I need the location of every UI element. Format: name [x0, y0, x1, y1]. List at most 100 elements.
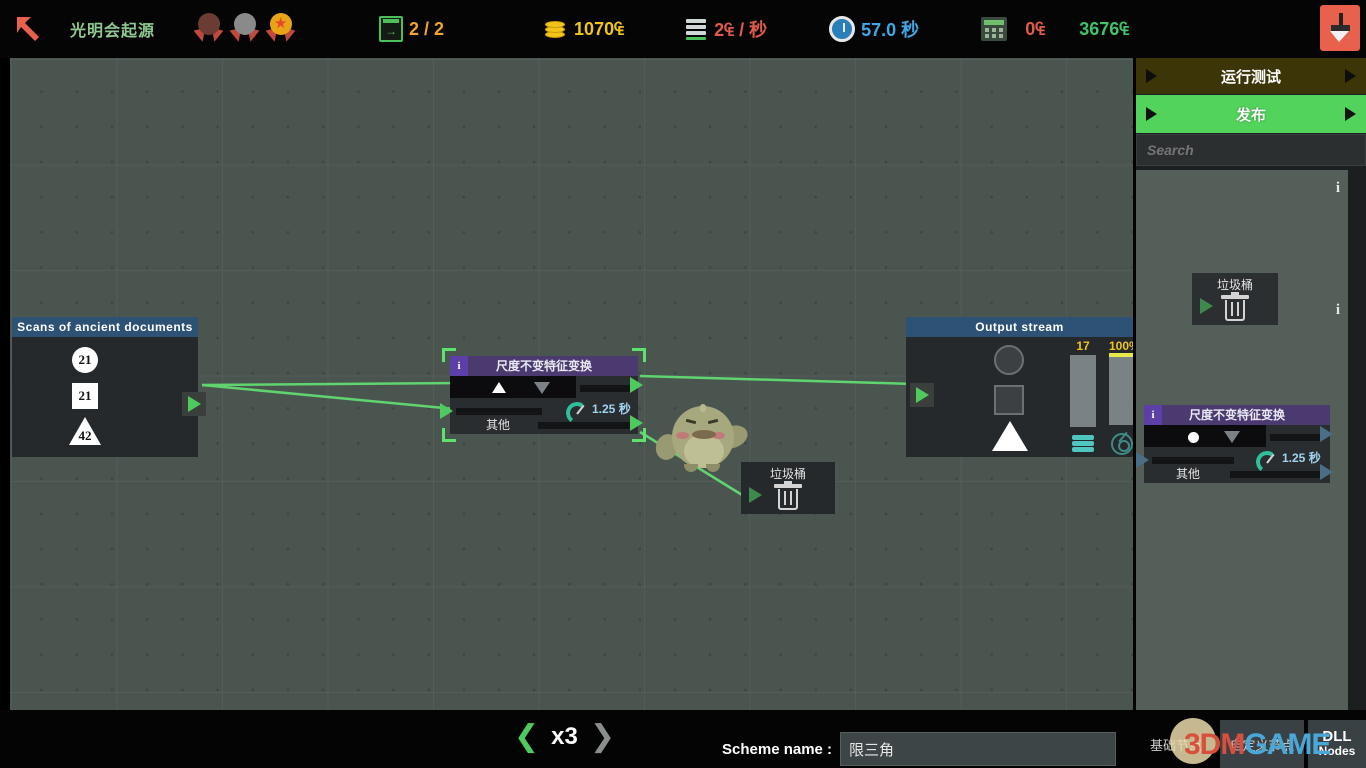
palette-item-label: 垃圾桶	[1216, 278, 1253, 292]
stat-total-value: 3676₠	[1079, 18, 1130, 39]
stack-icon	[686, 17, 708, 41]
tab-label: 自定义节点	[1229, 737, 1295, 753]
sift-output-port-2[interactable]	[626, 412, 646, 434]
medal-row: ★	[193, 12, 297, 46]
info-icon[interactable]: i	[1144, 405, 1162, 425]
silver-medal	[229, 12, 261, 46]
meter-count: 17	[1070, 339, 1096, 452]
run-test-label: 运行测试	[1220, 68, 1281, 86]
triangle-down-icon[interactable]	[1224, 431, 1240, 443]
node-output-stream[interactable]: Output stream 17 100%	[906, 317, 1133, 457]
output-slot-bar-1	[1270, 434, 1320, 441]
info-icon[interactable]: i	[1334, 180, 1342, 197]
stat-time: 57.0 秒	[829, 0, 919, 58]
selector-row[interactable]	[450, 376, 576, 398]
node-header: i 尺度不变特征变换	[1144, 405, 1330, 425]
meter-label: 100%	[1109, 339, 1133, 353]
clean-button[interactable]	[1320, 5, 1360, 51]
tab-custom-nodes[interactable]: 自定义节点	[1220, 720, 1304, 768]
other-label: 其他	[1176, 467, 1201, 481]
input-slot-bar	[456, 408, 542, 415]
publish-button[interactable]: 发布	[1136, 95, 1366, 133]
tab-label: 基础节点	[1149, 737, 1202, 753]
level-title: 光明会起源	[70, 23, 156, 40]
shape-value: 21	[72, 347, 98, 373]
play-left-icon	[1146, 107, 1157, 121]
trash-icon	[1221, 292, 1249, 321]
speed-gauge: 1.25 秒	[1254, 448, 1321, 475]
source-shape-circle: 21	[72, 347, 98, 373]
output-shape-square	[994, 385, 1024, 415]
clock-icon	[829, 16, 856, 42]
bronze-medal	[193, 12, 225, 46]
gauge-value: 1.25 秒	[1282, 451, 1321, 465]
speed-decrease-button[interactable]: ❮	[514, 722, 539, 752]
palette-sift-output-2[interactable]	[1316, 461, 1336, 483]
node-body: 1.25 秒 其他	[1136, 425, 1333, 483]
broom-icon	[1327, 13, 1353, 43]
palette-sift-output-1[interactable]	[1316, 423, 1336, 445]
node-palette[interactable]: i 垃圾桶 i i 尺度不变特征变换 1.25 秒 其他	[1136, 170, 1348, 710]
speed-control: ❮ x3 ❯	[514, 722, 615, 752]
stat-cost-value: 0₠	[1025, 18, 1046, 39]
stat-money: 1070₠	[544, 0, 624, 58]
scheme-name-input[interactable]	[840, 732, 1117, 766]
node-sift-transform[interactable]: i 尺度不变特征变换 1.25 秒 其他	[439, 348, 646, 442]
node-title: Output stream	[906, 317, 1133, 337]
search-input[interactable]	[1136, 134, 1366, 166]
publish-label: 发布	[1235, 106, 1266, 124]
triangle-up-icon[interactable]	[492, 382, 506, 393]
speed-gauge: 1.25 秒	[564, 399, 631, 426]
palette-trash-port[interactable]	[1196, 295, 1216, 317]
output-slot-bar-1	[580, 385, 632, 392]
source-shape-triangle: 42	[69, 417, 101, 445]
meter-label: 17	[1076, 339, 1090, 353]
stat-total: 3676₠	[1079, 0, 1129, 58]
sift-input-port[interactable]	[436, 400, 456, 422]
palette-sift-input[interactable]	[1136, 449, 1152, 471]
run-test-button[interactable]: 运行测试	[1136, 58, 1366, 94]
node-graph-canvas[interactable]: Scans of ancient documents 21 21 42 i 尺度…	[10, 58, 1133, 710]
meter-tube	[1070, 355, 1096, 427]
info-icon[interactable]: i	[1334, 302, 1342, 319]
node-body: 17 100%	[906, 337, 1133, 457]
gauge-icon	[1254, 448, 1280, 475]
triangle-down-icon[interactable]	[534, 382, 550, 394]
scheme-name-label: Scheme name :	[722, 740, 833, 758]
node-title: 垃圾桶	[769, 467, 806, 481]
node-scans-of-ancient-documents[interactable]: Scans of ancient documents 21 21 42	[12, 317, 206, 457]
other-label: 其他	[486, 418, 511, 432]
circle-dot-icon[interactable]	[1188, 432, 1199, 443]
selector-row[interactable]	[1144, 425, 1266, 447]
trash-input-port[interactable]	[745, 484, 765, 506]
sift-output-port-1[interactable]	[626, 374, 646, 396]
palette-item-trash-can[interactable]: 垃圾桶	[1192, 273, 1278, 325]
info-icon[interactable]: i	[450, 356, 468, 376]
node-body: 1.25 秒 其他	[439, 376, 643, 434]
palette-item-label: 尺度不变特征变换	[1188, 408, 1285, 422]
node-body: 垃圾桶	[741, 462, 835, 514]
output-input-port[interactable]	[910, 383, 934, 407]
speed-increase-button[interactable]: ❯	[590, 722, 615, 752]
node-trash-can[interactable]: 垃圾桶	[741, 462, 835, 514]
tab-label-line2: Nodes	[1318, 744, 1356, 758]
palette-tab-bar: 基础节点 自定义节点 DLL Nodes	[1136, 710, 1366, 768]
output-shape-triangle	[992, 421, 1028, 451]
tab-dll-nodes[interactable]: DLL Nodes	[1308, 720, 1366, 768]
play-right-icon	[1345, 69, 1356, 83]
stat-time-value: 57.0 秒	[861, 20, 920, 40]
tab-basic-nodes[interactable]: 基础节点	[1136, 720, 1216, 768]
output-slot-bar-2	[1230, 471, 1320, 478]
stat-income-rate: 2₠ / 秒	[686, 0, 767, 58]
trash-icon	[774, 481, 802, 510]
palette-item-sift-transform[interactable]: i 尺度不变特征变换 1.25 秒 其他	[1136, 405, 1333, 483]
node-header: i 尺度不变特征变换	[450, 356, 638, 376]
back-button[interactable]	[0, 0, 58, 58]
gauge-icon	[564, 399, 590, 426]
stat-money-value: 1070₠	[574, 18, 625, 39]
calculator-icon	[981, 17, 1008, 41]
gold-medal: ★	[265, 12, 297, 46]
source-output-port[interactable]	[182, 392, 206, 416]
bird-mascot	[650, 398, 751, 482]
stat-levels-value: 2 / 2	[409, 18, 445, 39]
